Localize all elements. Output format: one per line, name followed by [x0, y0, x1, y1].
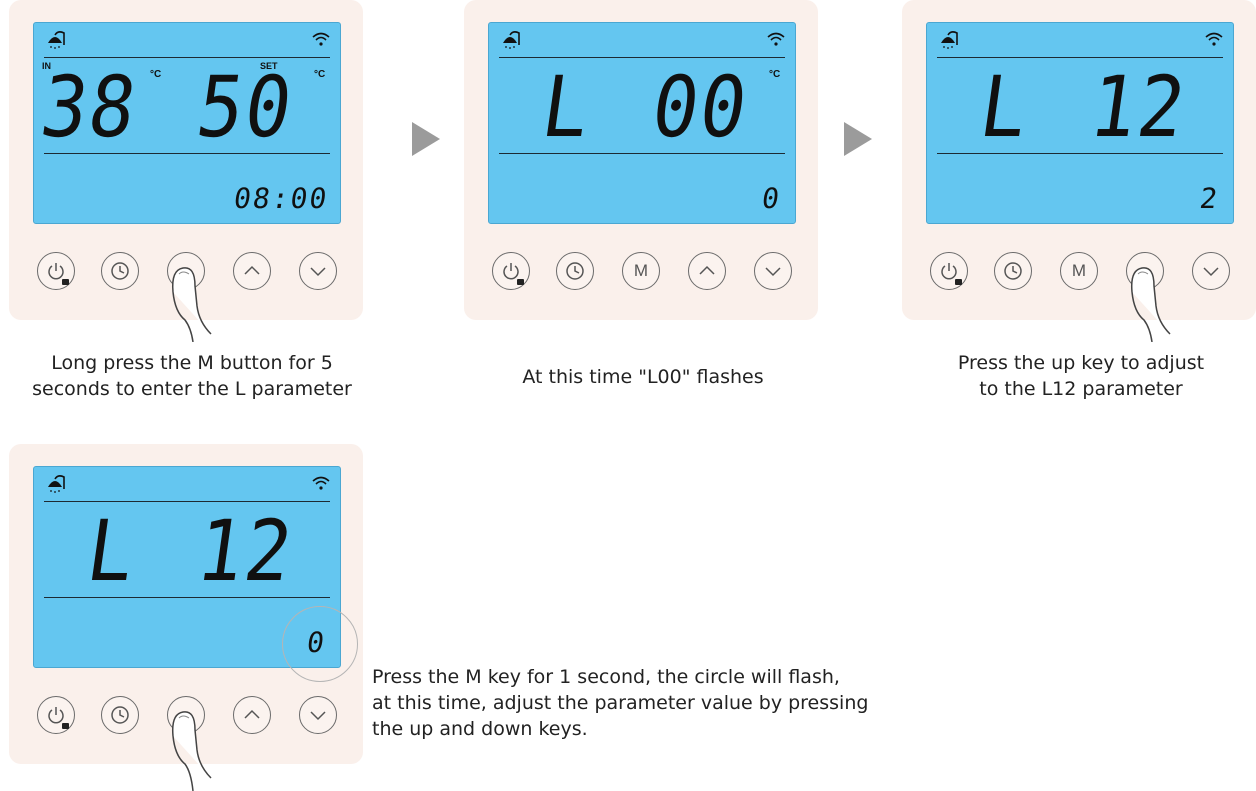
power-icon — [503, 263, 519, 280]
power-button[interactable] — [930, 252, 968, 290]
inlet-temp-value: 38 — [35, 58, 144, 156]
parameter-number: 00 — [646, 58, 755, 156]
down-arrow-icon — [310, 711, 326, 721]
m-button[interactable]: M — [622, 252, 660, 290]
step-2-caption: At this time "L00" flashes — [522, 366, 764, 388]
pointing-finger-icon — [1130, 267, 1171, 342]
clock-value: 08:00 — [231, 182, 331, 215]
up-button[interactable] — [688, 252, 726, 290]
step-arrow-1 — [412, 122, 440, 156]
unit-in: °C — [150, 69, 162, 80]
unit-set: °C — [769, 69, 781, 80]
thermostat-panel-1: IN °C SET °C 38 50 08:00 — [9, 0, 363, 342]
lock-icon — [62, 723, 69, 729]
parameter-number: 12 — [1084, 58, 1193, 156]
shower-icon — [941, 31, 958, 49]
down-button[interactable] — [299, 252, 337, 290]
parameter-letter: L — [536, 58, 598, 156]
wifi-icon — [312, 32, 330, 46]
up-arrow-icon — [699, 265, 715, 275]
pointing-finger-icon — [171, 267, 212, 342]
clock-icon — [1004, 262, 1022, 280]
clock-icon — [111, 262, 129, 280]
m-button-label: M — [1071, 261, 1087, 280]
clock-button[interactable] — [101, 252, 139, 290]
down-arrow-icon — [1203, 267, 1219, 277]
lock-icon — [517, 279, 524, 285]
up-arrow-icon — [244, 265, 260, 275]
parameter-value: 0 — [759, 182, 784, 215]
clock-button[interactable] — [101, 696, 139, 734]
step-3-caption: Press the up key to adjust to the L12 pa… — [957, 352, 1205, 400]
m-button[interactable]: M — [1060, 252, 1098, 290]
lcd-divider-bottom — [44, 597, 330, 598]
power-icon — [48, 707, 64, 724]
thermostat-panel-3: L 12 2 M — [902, 0, 1256, 342]
up-button[interactable] — [233, 252, 271, 290]
power-button[interactable] — [37, 696, 75, 734]
shower-icon — [48, 31, 65, 49]
highlight-circle — [282, 606, 358, 682]
up-button[interactable] — [233, 696, 271, 734]
power-button[interactable] — [492, 252, 530, 290]
lcd-divider-bottom — [44, 153, 330, 154]
clock-button[interactable] — [994, 252, 1032, 290]
shower-icon — [48, 475, 65, 493]
thermostat-panel-4: L 12 0 — [9, 444, 363, 791]
shower-icon — [503, 31, 520, 49]
m-button-label: M — [633, 261, 649, 280]
down-button[interactable] — [299, 696, 337, 734]
lcd-screen: °C L 00 0 — [488, 22, 796, 224]
step-arrow-2 — [844, 122, 872, 156]
wifi-icon — [312, 476, 330, 490]
down-button[interactable] — [754, 252, 792, 290]
down-arrow-icon — [765, 267, 781, 277]
parameter-number: 12 — [191, 502, 300, 600]
lcd-divider-bottom — [937, 153, 1223, 154]
clock-button[interactable] — [556, 252, 594, 290]
power-icon — [941, 263, 957, 280]
parameter-value: 2 — [1197, 182, 1222, 215]
clock-icon — [566, 262, 584, 280]
parameter-letter: L — [974, 58, 1036, 156]
down-arrow-icon — [310, 267, 326, 277]
unit-set: °C — [314, 69, 326, 80]
lock-icon — [62, 279, 69, 285]
down-button[interactable] — [1192, 252, 1230, 290]
power-button[interactable] — [37, 252, 75, 290]
up-arrow-icon — [244, 709, 260, 719]
set-temp-value: 50 — [191, 58, 300, 156]
lcd-screen: L 12 2 — [926, 22, 1234, 224]
parameter-letter: L — [81, 502, 143, 600]
wifi-icon — [767, 32, 785, 46]
lock-icon — [955, 279, 962, 285]
pointing-finger-icon — [171, 711, 212, 791]
lcd-screen: IN °C SET °C 38 50 08:00 — [33, 22, 341, 224]
lcd-divider-bottom — [499, 153, 785, 154]
clock-icon — [111, 706, 129, 724]
wifi-icon — [1205, 32, 1223, 46]
step-4-caption: Press the M key for 1 second, the circle… — [372, 666, 869, 740]
power-icon — [48, 263, 64, 280]
thermostat-panel-2: °C L 00 0 M — [464, 0, 818, 320]
step-1-caption: Long press the M button for 5 seconds to… — [32, 352, 352, 400]
